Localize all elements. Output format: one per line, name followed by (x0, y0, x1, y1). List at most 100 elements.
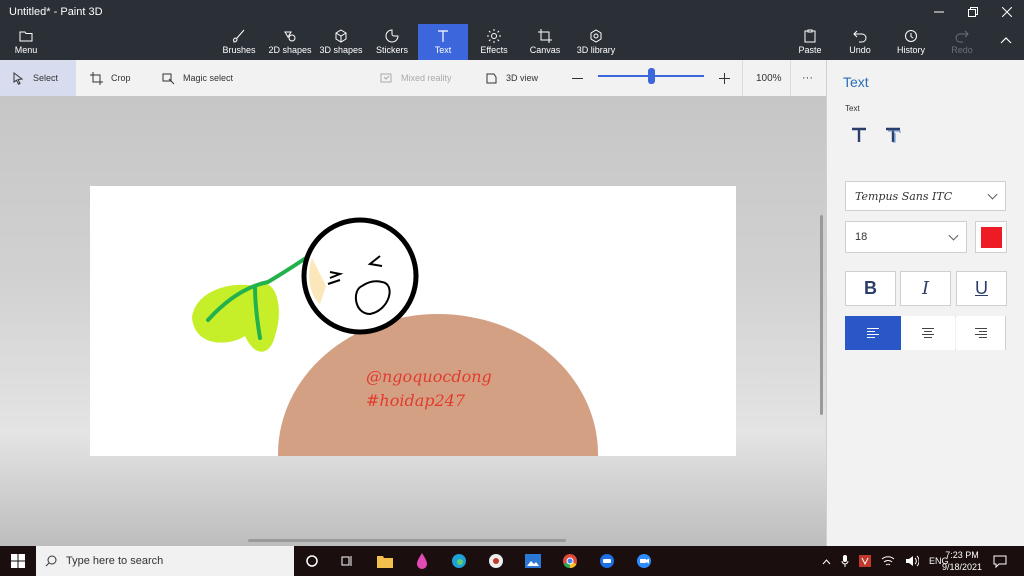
history-icon (905, 30, 917, 42)
restore-button[interactable] (956, 0, 990, 24)
collapse-ribbon-button[interactable] (994, 24, 1018, 60)
vertical-scrollbar[interactable] (820, 215, 823, 415)
cortana-circle-icon (306, 555, 318, 567)
brushes-tool[interactable]: Brushes (219, 24, 259, 60)
window-title: Untitled* - Paint 3D (9, 6, 103, 18)
menu-button[interactable]: Menu (6, 24, 46, 60)
start-button[interactable] (8, 551, 28, 571)
chrome-app[interactable] (560, 551, 580, 571)
zalo-app[interactable] (597, 551, 617, 571)
restore-icon (968, 7, 978, 17)
sun-icon (487, 29, 501, 43)
library-icon (590, 29, 602, 43)
history-label: History (896, 45, 925, 55)
paste-label: Paste (798, 45, 822, 55)
chevron-up-icon (1000, 37, 1012, 44)
align-right-button[interactable] (956, 316, 1005, 350)
edge-app[interactable] (449, 551, 469, 571)
sticker-icon (385, 29, 399, 43)
vietkey-icon[interactable] (859, 555, 871, 567)
notification-icon (993, 555, 1007, 568)
volume-icon[interactable] (905, 555, 919, 567)
text-color-button[interactable] (975, 221, 1007, 253)
stickers-tool[interactable]: Stickers (372, 24, 412, 60)
zoom-in-button[interactable] (718, 60, 731, 96)
redo-label: Redo (951, 45, 973, 55)
microphone-icon[interactable] (841, 555, 849, 567)
zoom-percent[interactable]: 100% (756, 60, 782, 96)
task-view-icon (341, 556, 352, 566)
zoom-out-button[interactable] (571, 60, 584, 96)
italic-button[interactable]: I (900, 271, 951, 306)
library-3d-tool[interactable]: 3D library (574, 24, 618, 60)
clock[interactable]: 7:23 PM 9/18/2021 (942, 549, 982, 573)
task-view-button[interactable] (337, 551, 357, 571)
font-size-dropdown[interactable]: 18 (845, 221, 967, 253)
text-tool[interactable]: Text (418, 24, 468, 60)
search-placeholder: Type here to search (66, 555, 164, 567)
window-controls (922, 0, 1024, 24)
history-button[interactable]: History (895, 24, 927, 60)
shapes-3d-label: 3D shapes (319, 45, 363, 55)
magic-select-label: Magic select (183, 73, 234, 83)
redo-icon (955, 30, 969, 43)
close-button[interactable] (990, 0, 1024, 24)
drawing-canvas[interactable]: @ngoquocdong #hoidap247 (90, 186, 736, 456)
photos-icon (525, 554, 541, 568)
select-tool[interactable]: Select (0, 60, 77, 96)
zoom-slider-thumb[interactable] (648, 68, 655, 84)
paint3d-app[interactable] (412, 551, 432, 571)
library-3d-label: 3D library (576, 45, 616, 55)
redo-button[interactable]: Redo (948, 24, 976, 60)
magic-select-tool[interactable]: Magic select (162, 60, 233, 96)
crop-label: Crop (111, 73, 131, 83)
stickers-label: Stickers (375, 45, 408, 55)
text-3d-button[interactable] (881, 122, 905, 148)
cortana-button[interactable] (302, 551, 322, 571)
zoom-app[interactable] (634, 551, 654, 571)
shapes-2d-icon (284, 31, 296, 42)
font-family-value: Tempus Sans ITC (855, 189, 953, 203)
file-explorer-app[interactable] (375, 551, 395, 571)
shapes-2d-tool[interactable]: 2D shapes (267, 24, 313, 60)
toolbar-divider (790, 60, 791, 96)
effects-tool[interactable]: Effects (476, 24, 512, 60)
align-left-button[interactable] (845, 316, 901, 350)
align-center-button[interactable] (901, 316, 955, 350)
edge-icon (452, 554, 466, 568)
media-app[interactable] (486, 551, 506, 571)
chrome-icon (563, 554, 577, 569)
folder-icon (377, 556, 393, 568)
font-family-dropdown[interactable]: Tempus Sans ITC (845, 181, 1006, 211)
undo-button[interactable]: Undo (846, 24, 874, 60)
system-tray: ENG (822, 546, 949, 576)
text-2d-button[interactable] (847, 122, 871, 148)
canvas-text-hashtag[interactable]: #hoidap247 (366, 391, 465, 410)
chevron-down-icon (987, 189, 998, 200)
mixed-reality-button[interactable]: Mixed reality (380, 60, 452, 96)
minimize-button[interactable] (922, 0, 956, 24)
windows-logo-icon (11, 554, 25, 568)
folder-icon (19, 31, 33, 42)
clock-date: 9/18/2021 (941, 562, 982, 572)
text-label: Text (434, 45, 452, 55)
notifications-button[interactable] (990, 551, 1010, 571)
paste-button[interactable]: Paste (795, 24, 825, 60)
toolbar: Select Crop Magic select Mixed reality 3… (0, 60, 826, 96)
view-3d-button[interactable]: 3D view (485, 60, 538, 96)
cube-icon (335, 29, 347, 43)
underline-button[interactable]: U (956, 271, 1007, 306)
more-options-button[interactable]: ··· (802, 60, 813, 96)
bold-button[interactable]: B (845, 271, 896, 306)
horizontal-scrollbar[interactable] (248, 539, 566, 542)
shapes-3d-tool[interactable]: 3D shapes (318, 24, 364, 60)
canvas-tool[interactable]: Canvas (527, 24, 563, 60)
canvas-text-handle[interactable]: @ngoquocdong (366, 367, 492, 386)
photos-app[interactable] (523, 551, 543, 571)
clock-time: 7:23 PM (945, 550, 979, 560)
wifi-icon[interactable] (881, 555, 895, 567)
crop-tool[interactable]: Crop (90, 60, 131, 96)
undo-icon (853, 30, 867, 43)
chevron-up-icon[interactable] (822, 557, 831, 566)
taskbar-search-box[interactable]: Type here to search (36, 546, 294, 576)
